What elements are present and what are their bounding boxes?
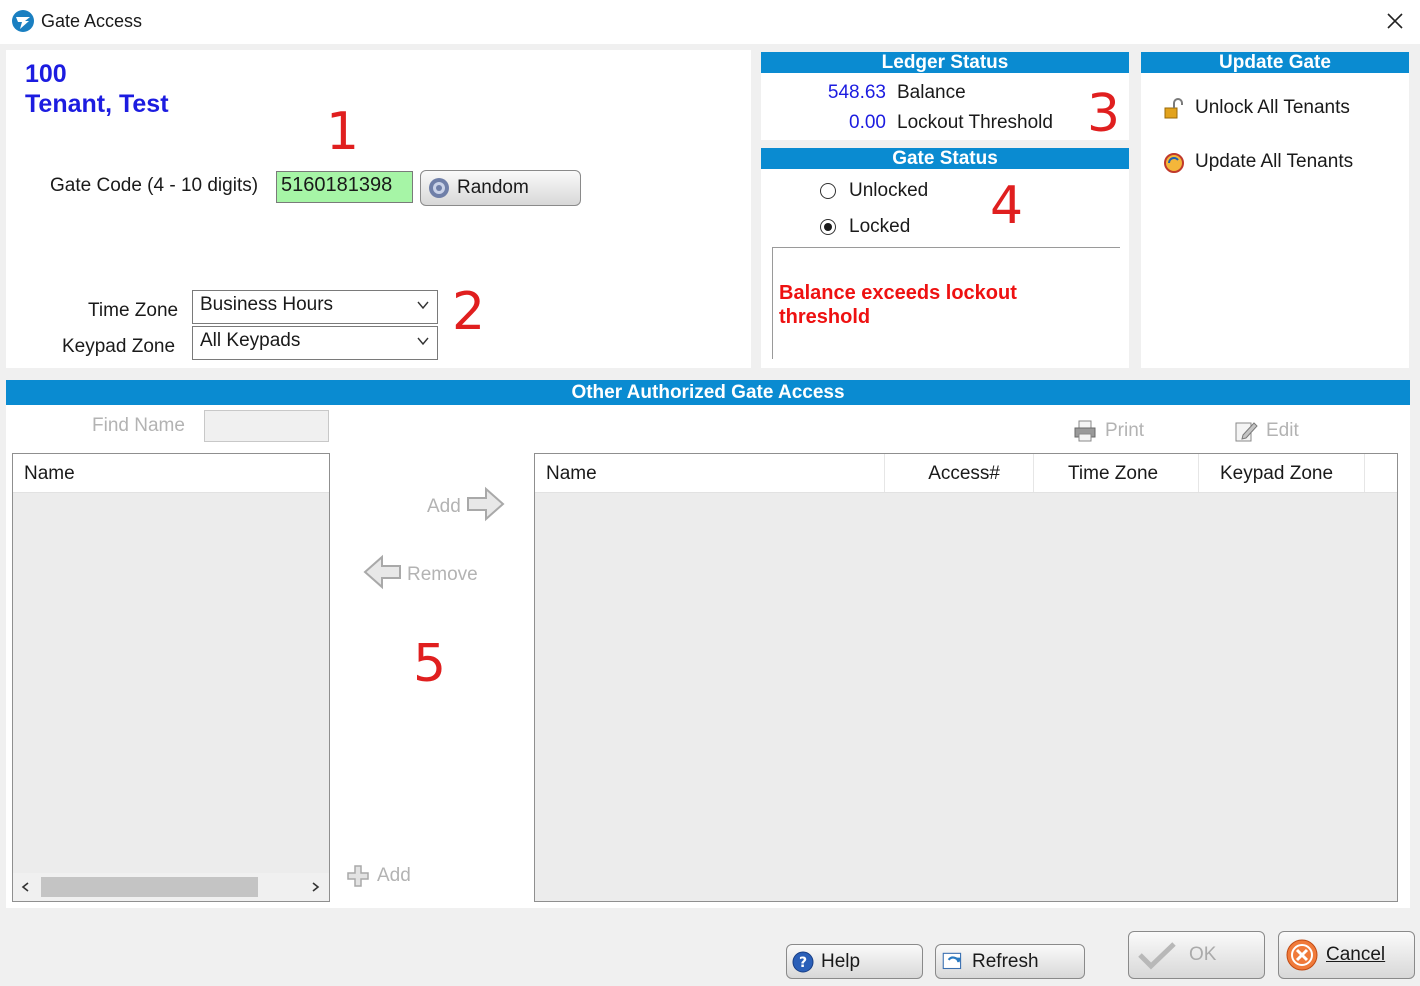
annotation-1: 1 bbox=[326, 102, 360, 162]
annotation-5: 5 bbox=[413, 634, 447, 694]
edit-label: Edit bbox=[1266, 420, 1299, 441]
gear-icon bbox=[429, 178, 449, 198]
keypad-zone-label: Keypad Zone bbox=[62, 336, 176, 357]
threshold-label: Lockout Threshold bbox=[897, 112, 1053, 133]
find-name-label: Find Name bbox=[92, 415, 185, 436]
available-names-header: Name bbox=[13, 454, 329, 493]
column-header-name[interactable]: Name bbox=[535, 454, 884, 492]
chevron-down-icon bbox=[417, 337, 429, 346]
time-zone-label: Time Zone bbox=[88, 300, 179, 321]
add-to-list-label: Add bbox=[427, 496, 461, 517]
gate-status-header: Gate Status bbox=[761, 148, 1129, 173]
random-button-label: Random bbox=[457, 177, 529, 198]
authorized-access-header: Name Access# Time Zone Keypad Zone bbox=[535, 454, 1397, 493]
cancel-icon bbox=[1286, 939, 1318, 971]
column-keypad-zone-label: Keypad Zone bbox=[1220, 463, 1334, 484]
unlock-all-label: Unlock All Tenants bbox=[1195, 97, 1350, 118]
cancel-button[interactable]: Cancel bbox=[1278, 931, 1415, 979]
column-header-keypad-zone[interactable]: Keypad Zone bbox=[1198, 454, 1365, 492]
threshold-value: 0.00 bbox=[849, 112, 886, 133]
keypad-zone-select[interactable]: All Keypads bbox=[192, 326, 438, 360]
column-access-label: Access# bbox=[928, 463, 1000, 484]
time-zone-select[interactable]: Business Hours bbox=[192, 290, 438, 324]
edit-button[interactable]: Edit bbox=[1234, 419, 1314, 445]
column-header-time-zone[interactable]: Time Zone bbox=[1033, 454, 1199, 492]
print-label: Print bbox=[1105, 420, 1145, 441]
gate-code-input[interactable]: 5160181398 bbox=[276, 171, 413, 203]
radio-unlocked[interactable] bbox=[820, 183, 836, 199]
tenant-name: Tenant, Test bbox=[25, 90, 169, 118]
find-name-input[interactable] bbox=[204, 410, 329, 442]
status-message: Balance exceeds lockout threshold bbox=[779, 282, 1017, 328]
radio-unlocked-option[interactable]: Unlocked bbox=[820, 180, 1000, 204]
help-label: Help bbox=[821, 950, 861, 972]
ok-label: OK bbox=[1189, 944, 1217, 965]
column-header-access[interactable]: Access# bbox=[884, 454, 1034, 492]
refresh-label: Refresh bbox=[972, 950, 1039, 972]
ok-button[interactable]: OK bbox=[1128, 931, 1265, 979]
column-name-label: Name bbox=[546, 463, 597, 484]
gate-code-label: Gate Code (4 - 10 digits) bbox=[50, 175, 259, 196]
check-icon bbox=[1138, 942, 1176, 970]
available-names-list[interactable]: Name bbox=[12, 453, 330, 902]
scroll-left-icon[interactable] bbox=[21, 882, 31, 892]
annotation-3: 3 bbox=[1087, 84, 1121, 144]
keypad-zone-value: All Keypads bbox=[200, 330, 301, 351]
close-icon[interactable] bbox=[1380, 6, 1410, 36]
refresh-button[interactable]: Refresh bbox=[935, 944, 1085, 979]
unlock-icon bbox=[1164, 98, 1183, 119]
radio-unlocked-label: Unlocked bbox=[849, 180, 929, 201]
edit-icon bbox=[1235, 422, 1258, 442]
other-access-header: Other Authorized Gate Access bbox=[6, 380, 1410, 405]
add-button[interactable]: Add bbox=[346, 864, 426, 890]
arrow-left-icon bbox=[363, 554, 401, 590]
svg-text:?: ? bbox=[799, 955, 807, 971]
print-button[interactable]: Print bbox=[1073, 419, 1153, 445]
add-to-list-button[interactable]: Add bbox=[427, 486, 507, 524]
refresh-gate-icon bbox=[1164, 153, 1184, 173]
time-zone-value: Business Hours bbox=[200, 294, 334, 315]
app-logo-icon bbox=[12, 10, 34, 32]
update-gate-header: Update Gate bbox=[1141, 52, 1409, 77]
random-button[interactable]: Random bbox=[420, 170, 581, 206]
update-all-label: Update All Tenants bbox=[1195, 151, 1354, 172]
ledger-status-header: Ledger Status bbox=[761, 52, 1129, 77]
help-button[interactable]: ? Help bbox=[786, 944, 923, 979]
chevron-down-icon bbox=[417, 301, 429, 310]
scrollbar-thumb[interactable] bbox=[41, 877, 258, 897]
add-label: Add bbox=[377, 865, 411, 886]
radio-locked-label: Locked bbox=[849, 216, 911, 237]
update-all-tenants-button[interactable]: Update All Tenants bbox=[1162, 150, 1382, 176]
authorized-access-table[interactable]: Name Access# Time Zone Keypad Zone bbox=[534, 453, 1398, 902]
radio-locked[interactable] bbox=[820, 219, 836, 235]
title-bar: Gate Access bbox=[0, 0, 1420, 44]
remove-label: Remove bbox=[407, 564, 478, 585]
window-title: Gate Access bbox=[41, 11, 143, 31]
plus-icon bbox=[347, 865, 369, 887]
unlock-all-tenants-button[interactable]: Unlock All Tenants bbox=[1162, 96, 1382, 122]
column-time-zone-label: Time Zone bbox=[1068, 463, 1159, 484]
remove-button[interactable]: Remove bbox=[362, 554, 492, 592]
refresh-icon bbox=[942, 952, 962, 969]
balance-label: Balance bbox=[897, 82, 966, 103]
help-icon: ? bbox=[792, 951, 814, 972]
tenant-unit: 100 bbox=[25, 60, 67, 88]
annotation-2: 2 bbox=[452, 282, 486, 342]
annotation-4: 4 bbox=[990, 176, 1024, 236]
printer-icon bbox=[1074, 420, 1096, 442]
available-names-name-column[interactable]: Name bbox=[24, 463, 75, 485]
scroll-right-icon[interactable] bbox=[310, 882, 320, 892]
arrow-right-icon bbox=[467, 486, 505, 522]
horizontal-scrollbar[interactable] bbox=[13, 873, 329, 901]
cancel-label: Cancel bbox=[1326, 944, 1386, 965]
balance-value: 548.63 bbox=[827, 82, 886, 103]
radio-locked-option[interactable]: Locked bbox=[820, 216, 1000, 240]
